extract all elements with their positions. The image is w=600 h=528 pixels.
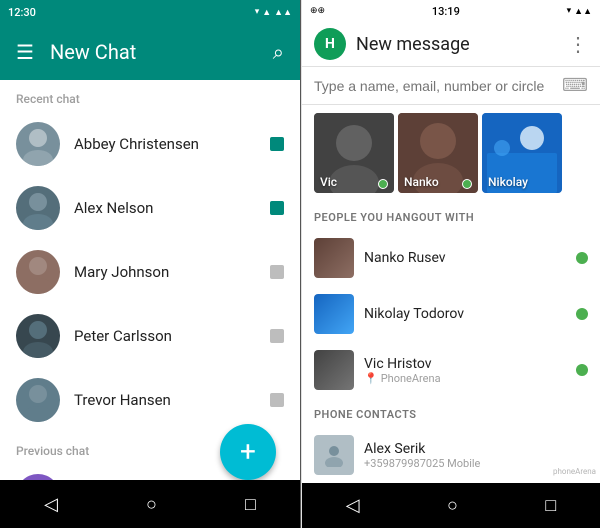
people-item-nanko[interactable]: Nanko Rusev (302, 230, 600, 286)
toolbar-right: H New message ⋮ (302, 22, 600, 67)
status-time-left: 12:30 (8, 6, 36, 19)
list-item[interactable]: Peter Carlsson (0, 304, 300, 368)
phonearena-sub-icon: 📍 (364, 372, 378, 385)
more-icon[interactable]: ⋮ (568, 32, 588, 56)
avatar (16, 314, 60, 358)
toolbar-title-left: New Chat (50, 40, 257, 64)
home-icon-right[interactable]: ○ (447, 495, 458, 516)
recents-icon[interactable]: □ (245, 494, 256, 515)
contact-thumb-nikolay[interactable]: Nikolay (482, 113, 562, 193)
contact-name: Alex Nelson (74, 199, 256, 217)
fab-button[interactable]: + (220, 424, 276, 480)
avatar (16, 122, 60, 166)
chat-info: Peter Carlsson (74, 327, 256, 345)
chat-info: Abbey Christensen (74, 135, 256, 153)
people-avatar-vic (314, 350, 354, 390)
toolbar-title-right: New message (356, 34, 558, 55)
back-icon[interactable]: ◁ (44, 494, 58, 515)
recent-chat-label: Recent chat (0, 80, 300, 112)
status-bar-right: ⊕⊕ 13:19 ▾ ▲▲ (302, 0, 600, 22)
avatar (16, 186, 60, 230)
status-icons-right: ▾ ▲▲ (567, 6, 592, 17)
people-item-vic[interactable]: Vic Hristov 📍 PhoneArena (302, 342, 600, 398)
people-info: Vic Hristov 📍 PhoneArena (364, 356, 566, 385)
chat-indicator (270, 265, 284, 279)
people-info: Alex Serik +359879987025 Mobile (364, 441, 588, 470)
contact-name: Peter Carlsson (74, 327, 256, 345)
right-panel: ⊕⊕ 13:19 ▾ ▲▲ H New message ⋮ ⌨ (301, 0, 600, 528)
people-name: Alex Serik (364, 441, 588, 457)
chat-info: Alex Nelson (74, 199, 256, 217)
online-dot (576, 308, 588, 320)
status-time-right: 13:19 (432, 5, 460, 18)
list-item[interactable]: Mary Johnson (0, 240, 300, 304)
contact-name: Mary Johnson (74, 263, 256, 281)
contact-name-nanko: Nanko (404, 175, 439, 189)
contact-name: Trevor Hansen (74, 391, 256, 409)
keyboard-icon: ⌨ (562, 75, 588, 96)
list-item[interactable]: Alex Nelson (0, 176, 300, 240)
hangouts-logo: H (314, 28, 346, 60)
search-bar: ⌨ (302, 67, 600, 105)
fab-plus-icon: + (240, 438, 256, 466)
contact-thumb-vic[interactable]: Vic (314, 113, 394, 193)
contact-thumb-nanko[interactable]: Nanko (398, 113, 478, 193)
back-icon-right[interactable]: ◁ (346, 495, 360, 516)
status-bar-left: 12:30 ▾ ▲ ▲▲ (0, 0, 300, 24)
chat-info: Trevor Hansen (74, 391, 256, 409)
online-dot (576, 252, 588, 264)
people-avatar-alex (314, 435, 354, 475)
nav-bar-left: ◁ ○ □ (0, 480, 300, 528)
chat-indicator (270, 329, 284, 343)
nav-bar-right: ◁ ○ □ (302, 483, 600, 528)
list-item[interactable]: Trevor Hansen (0, 368, 300, 432)
home-icon[interactable]: ○ (146, 494, 157, 515)
people-name: Vic Hristov (364, 356, 566, 372)
search-input[interactable] (314, 78, 562, 94)
hamburger-icon[interactable]: ☰ (16, 40, 34, 64)
people-avatar-nanko (314, 238, 354, 278)
chat-indicator (270, 137, 284, 151)
people-avatar-nikolay (314, 294, 354, 334)
toolbar-left: ☰ New Chat ⌕ (0, 24, 300, 80)
avatar (16, 378, 60, 422)
search-icon-left[interactable]: ⌕ (273, 40, 284, 64)
recent-contacts-row: Vic Nanko Nik (302, 105, 600, 201)
people-name: Nikolay Todorov (364, 306, 566, 322)
chat-info: Mary Johnson (74, 263, 256, 281)
avatar (16, 250, 60, 294)
phonearena-watermark: phoneArena (553, 467, 596, 476)
people-item-nikolay[interactable]: Nikolay Todorov (302, 286, 600, 342)
people-name: Nanko Rusev (364, 250, 566, 266)
online-dot (576, 364, 588, 376)
chat-indicator (270, 201, 284, 215)
status-icons-left: ▾ ▲ ▲▲ (255, 7, 292, 18)
people-info: Nikolay Todorov (364, 306, 566, 322)
contact-name-vic: Vic (320, 175, 337, 189)
contact-name: Abbey Christensen (74, 135, 256, 153)
people-info: Nanko Rusev (364, 250, 566, 266)
chat-list: Recent chat Abbey Christensen (0, 80, 300, 480)
contact-name-nikolay: Nikolay (488, 175, 528, 189)
list-item[interactable]: Abbey Christensen (0, 112, 300, 176)
recents-icon-right[interactable]: □ (545, 495, 556, 516)
people-sub: 📍 PhoneArena (364, 372, 566, 385)
chat-indicator (270, 393, 284, 407)
hangout-section-header: PEOPLE YOU HANGOUT WITH (302, 201, 600, 230)
phone-section-header: PHONE CONTACTS (302, 398, 600, 427)
